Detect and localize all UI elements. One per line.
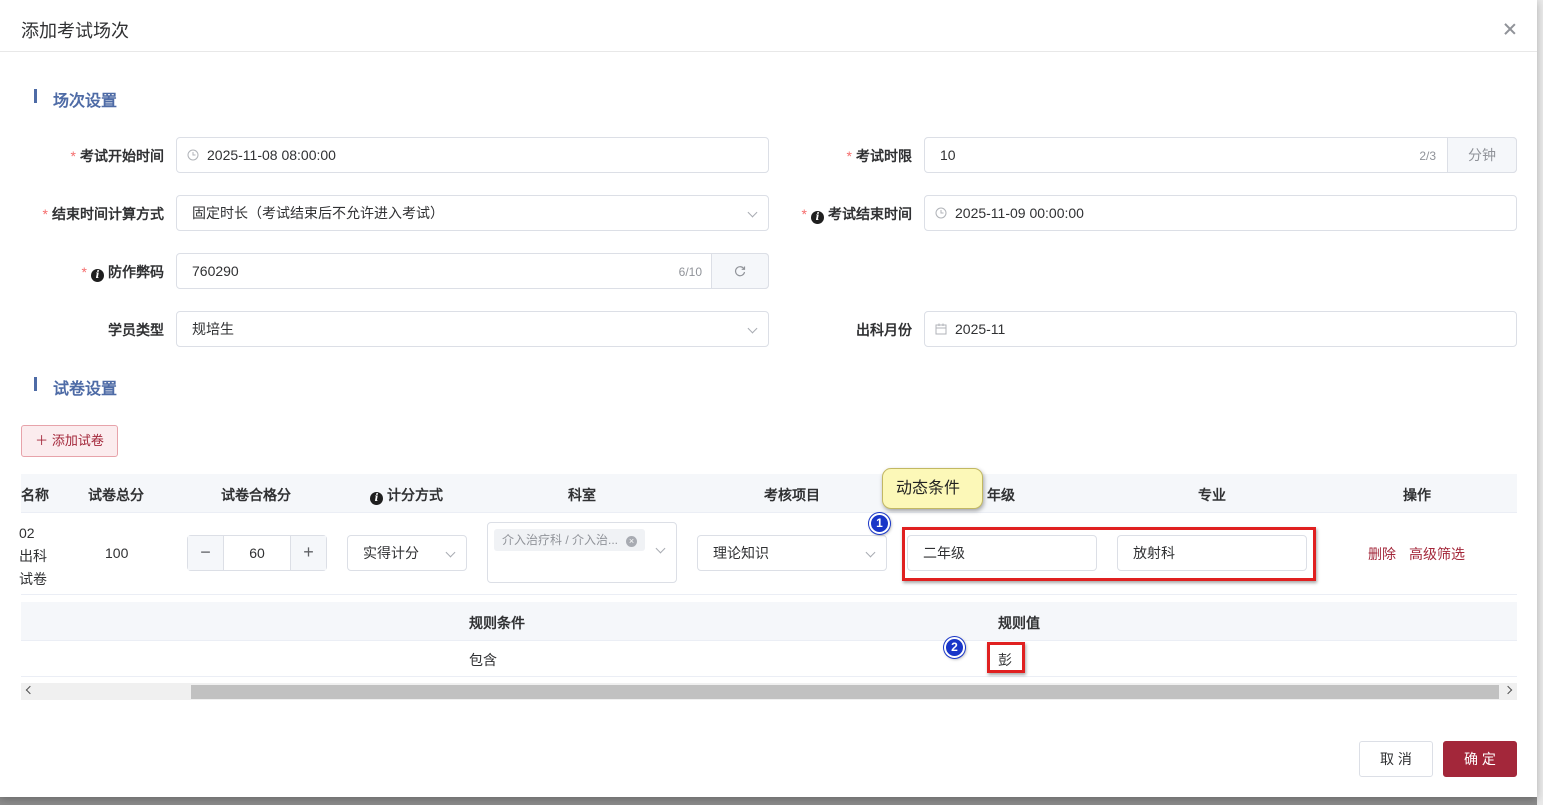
section-bar xyxy=(34,89,37,103)
th-scoring: i 计分方式 xyxy=(370,485,443,505)
th-grade: 年级 xyxy=(987,487,1015,503)
end-time-label: * i 考试结束时间 xyxy=(801,206,912,224)
end-time-input[interactable]: 2025-11-09 00:00:00 xyxy=(924,195,1517,231)
end-calc-label: * 结束时间计算方式 xyxy=(42,206,164,222)
close-icon[interactable] xyxy=(1503,22,1517,36)
rule-condition-cell: 包含 xyxy=(469,652,497,668)
section-title-paper: 试卷设置 xyxy=(34,375,117,399)
th-dept: 科室 xyxy=(568,487,596,503)
anti-cheat-input[interactable]: 760290 6/10 xyxy=(176,253,769,289)
horizontal-scrollbar[interactable] xyxy=(21,683,1517,700)
info-icon: i xyxy=(811,211,824,224)
annotation-tooltip: 动态条件 xyxy=(882,468,983,509)
clock-icon xyxy=(935,207,947,219)
chevron-down-icon xyxy=(445,547,456,558)
scroll-left-icon[interactable] xyxy=(25,685,35,695)
background-strip xyxy=(1537,0,1543,805)
scroll-thumb[interactable] xyxy=(191,685,1499,699)
chevron-down-icon xyxy=(747,323,758,334)
annotation-badge-1: 1 xyxy=(869,513,890,534)
calendar-icon xyxy=(935,323,947,335)
time-limit-counter: 2/3 xyxy=(1419,149,1436,163)
clock-icon xyxy=(187,149,199,161)
confirm-button[interactable]: 确 定 xyxy=(1443,741,1517,777)
student-type-select[interactable]: 规培生 xyxy=(176,311,769,347)
add-exam-session-dialog: 添加考试场次 场次设置 * 考试开始时间 2025-11-08 08:00:00 … xyxy=(0,0,1537,797)
chevron-down-icon xyxy=(747,207,758,218)
th-major: 专业 xyxy=(1198,487,1226,503)
th-item: 考核项目 xyxy=(764,487,820,503)
th-rule-condition: 规则条件 xyxy=(469,615,525,631)
chevron-down-icon xyxy=(655,543,666,554)
dept-multiselect[interactable]: 介入治疗科 / 介入治... × xyxy=(487,522,677,583)
end-calc-select[interactable]: 固定时长（考试结束后不允许进入考试） xyxy=(176,195,769,231)
anti-cheat-label: * i 防作弊码 xyxy=(81,264,164,282)
section-title-session: 场次设置 xyxy=(34,87,117,111)
cancel-button[interactable]: 取 消 xyxy=(1359,741,1433,777)
delete-link[interactable]: 删除 xyxy=(1368,544,1396,564)
anti-cheat-counter: 6/10 xyxy=(678,265,702,279)
annotation-box-1 xyxy=(902,527,1316,581)
plus-icon[interactable]: + xyxy=(290,536,326,570)
plus-icon: ＋ xyxy=(35,433,49,448)
rule-table-header: 规则条件 规则值 xyxy=(21,602,1517,641)
refresh-button[interactable] xyxy=(711,253,769,289)
minute-unit: 分钟 xyxy=(1447,137,1517,173)
annotation-badge-2: 2 xyxy=(944,637,965,658)
minus-icon[interactable]: − xyxy=(188,536,224,570)
start-time-input[interactable]: 2025-11-08 08:00:00 xyxy=(176,137,769,173)
dialog-title: 添加考试场次 xyxy=(21,21,129,41)
start-time-label: * 考试开始时间 xyxy=(70,148,164,164)
section-bar xyxy=(34,377,37,391)
student-type-label: 学员类型 xyxy=(108,322,164,338)
table-row: 包含 彭 xyxy=(21,641,1517,677)
time-limit-label: * 考试时限 xyxy=(846,148,912,164)
th-pass: 试卷合格分 xyxy=(221,487,291,503)
dept-tag: 介入治疗科 / 介入治... × xyxy=(494,529,646,551)
th-total: 试卷总分 xyxy=(88,487,144,503)
info-icon: i xyxy=(91,269,104,282)
chevron-down-icon xyxy=(865,547,876,558)
dept-month-label: 出科月份 xyxy=(856,322,912,338)
paper-name-cell: 02 出科 试卷 xyxy=(19,525,47,587)
advanced-filter-link[interactable]: 高级筛选 xyxy=(1409,544,1465,564)
th-rule-value: 规则值 xyxy=(998,615,1040,631)
item-select[interactable]: 理论知识 xyxy=(697,535,887,571)
scroll-right-icon[interactable] xyxy=(1503,685,1513,695)
add-paper-button[interactable]: ＋ 添加试卷 xyxy=(21,425,118,457)
close-icon[interactable]: × xyxy=(626,536,638,547)
th-name: 名称 xyxy=(21,487,49,503)
total-score-cell: 100 xyxy=(105,545,129,561)
th-ops: 操作 xyxy=(1403,487,1431,503)
paper-table-header: 名称 试卷总分 试卷合格分 i 计分方式 科室 考核项目 年级 专业 操作 xyxy=(21,474,1517,513)
dept-month-input[interactable]: 2025-11 xyxy=(924,311,1517,347)
refresh-icon xyxy=(734,266,746,277)
dialog-header: 添加考试场次 xyxy=(0,0,1537,52)
pass-score-stepper[interactable]: − 60 + xyxy=(187,535,327,571)
scoring-select[interactable]: 实得计分 xyxy=(347,535,467,571)
info-icon: i xyxy=(370,492,383,505)
annotation-box-2 xyxy=(987,642,1025,673)
time-limit-input[interactable]: 10 2/3 分钟 xyxy=(924,137,1517,173)
